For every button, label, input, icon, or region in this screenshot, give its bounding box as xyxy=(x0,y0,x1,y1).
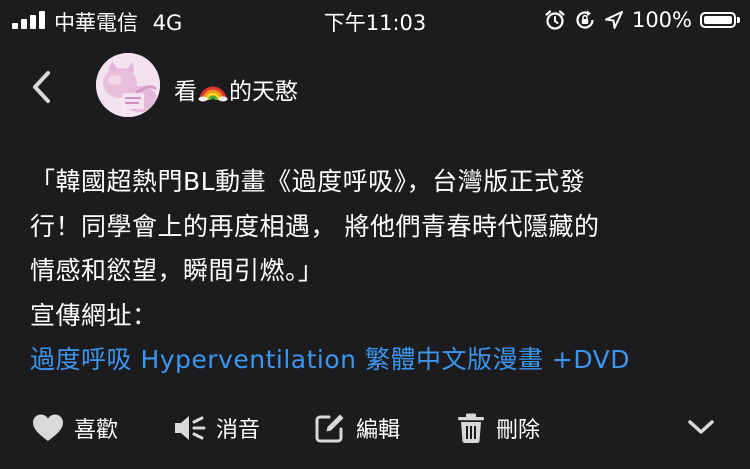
message-body: 「韓國超熱門BL動畫《過度呼吸》，台灣版正式發 行！同學會上的再度相遇， 將他們… xyxy=(30,160,720,383)
edit-label: 編輯 xyxy=(356,418,401,443)
promo-link[interactable]: 過度呼吸 Hyperventilation 繁體中文版漫畫 +DVD xyxy=(30,338,720,383)
more-button[interactable] xyxy=(686,412,716,442)
mute-button[interactable]: 消音 xyxy=(174,404,260,452)
carrier-label: 中華電信 4G xyxy=(54,7,182,37)
battery-nub xyxy=(737,17,740,23)
delete-label: 刪除 xyxy=(496,418,541,443)
profile-name[interactable]: 看 的天憨 xyxy=(174,72,298,106)
status-bar: 中華電信 4G 下午11:03 100% xyxy=(0,0,750,40)
speaker-mute-icon xyxy=(175,416,206,440)
mute-label: 消音 xyxy=(216,418,261,443)
like-label: 喜歡 xyxy=(74,418,119,443)
like-button[interactable]: 喜歡 xyxy=(32,404,118,452)
message-line: 宣傳網址： xyxy=(30,300,158,330)
heart-icon xyxy=(33,414,63,441)
battery-icon xyxy=(700,12,740,28)
location-icon xyxy=(604,11,623,29)
message-line: 「韓國超熱門BL動畫《過度呼吸》，台灣版正式發 xyxy=(30,167,586,196)
chevron-left-icon xyxy=(33,71,50,103)
alarm-icon xyxy=(545,10,565,30)
orientation-lock-icon xyxy=(576,10,594,29)
status-indicators: 100% xyxy=(544,6,740,34)
edit-icon xyxy=(315,414,344,443)
battery-percent: 100% xyxy=(631,8,692,32)
action-bar: 喜歡 消音 編輯 刪除 xyxy=(0,404,750,452)
battery-level-fill xyxy=(704,16,732,24)
network-type: 4G xyxy=(152,11,183,35)
trash-icon xyxy=(458,413,484,444)
profile-name-suffix: 的天憨 xyxy=(229,79,298,105)
message-line: 行！同學會上的再度相遇， 將他們青春時代隱藏的 xyxy=(30,211,600,241)
delete-button[interactable]: 刪除 xyxy=(456,404,540,452)
edit-button[interactable]: 編輯 xyxy=(314,404,400,452)
profile-name-prefix: 看 xyxy=(174,79,197,105)
rainbow-emoji xyxy=(198,86,228,102)
status-time: 下午11:03 xyxy=(323,11,427,35)
chevron-down-icon xyxy=(688,420,714,434)
avatar-image xyxy=(96,53,160,117)
screen: 中華電信 4G 下午11:03 100% 看 的天憨 「韓國超熱門BL動畫《過度… xyxy=(0,0,750,469)
back-button[interactable] xyxy=(28,68,58,106)
carrier-name: 中華電信 xyxy=(54,11,138,35)
message-line: 情感和慾望，瞬間引燃。」 xyxy=(30,256,324,285)
avatar[interactable] xyxy=(96,53,160,117)
signal-icon xyxy=(12,11,48,29)
